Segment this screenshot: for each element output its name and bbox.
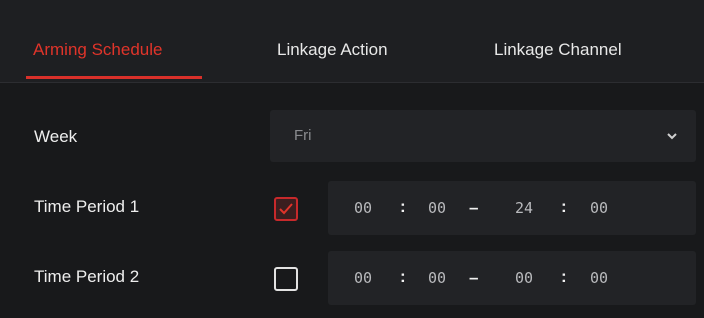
tab-linkage-channel[interactable]: Linkage Channel (494, 40, 622, 60)
arming-schedule-panel: Arming Schedule Linkage Action Linkage C… (0, 0, 704, 318)
time-separator: : (400, 197, 406, 216)
time-period-2-end-hour[interactable]: 00 (515, 269, 533, 287)
tab-linkage-action[interactable]: Linkage Action (277, 40, 388, 60)
week-label: Week (34, 127, 78, 146)
week-select[interactable]: Fri (270, 110, 696, 162)
time-period-1-range: 00 : 00 – 24 : 00 (328, 181, 696, 235)
time-period-1-start-hour[interactable]: 00 (354, 199, 372, 217)
time-separator: : (561, 267, 567, 286)
time-period-1-checkbox[interactable] (274, 197, 298, 221)
time-separator: : (561, 197, 567, 216)
range-dash: – (469, 268, 479, 287)
tab-arming-schedule[interactable]: Arming Schedule (33, 40, 162, 60)
time-separator: : (400, 267, 406, 286)
time-period-2-end-minute[interactable]: 00 (590, 269, 608, 287)
chevron-down-icon (667, 133, 677, 140)
time-period-1-end-hour[interactable]: 24 (515, 199, 533, 217)
time-period-2-label: Time Period 2 (34, 267, 140, 286)
time-period-2-start-minute[interactable]: 00 (428, 269, 446, 287)
time-period-1-start-minute[interactable]: 00 (428, 199, 446, 217)
tab-bar: Arming Schedule Linkage Action Linkage C… (0, 0, 704, 83)
checkmark-icon (279, 203, 293, 215)
time-period-1-label: Time Period 1 (34, 197, 140, 216)
active-tab-indicator (26, 76, 202, 79)
time-period-2-range: 00 : 00 – 00 : 00 (328, 251, 696, 305)
week-selected-value: Fri (294, 127, 312, 144)
range-dash: – (469, 198, 479, 217)
time-period-2-start-hour[interactable]: 00 (354, 269, 372, 287)
time-period-2-checkbox[interactable] (274, 267, 298, 291)
time-period-1-end-minute[interactable]: 00 (590, 199, 608, 217)
